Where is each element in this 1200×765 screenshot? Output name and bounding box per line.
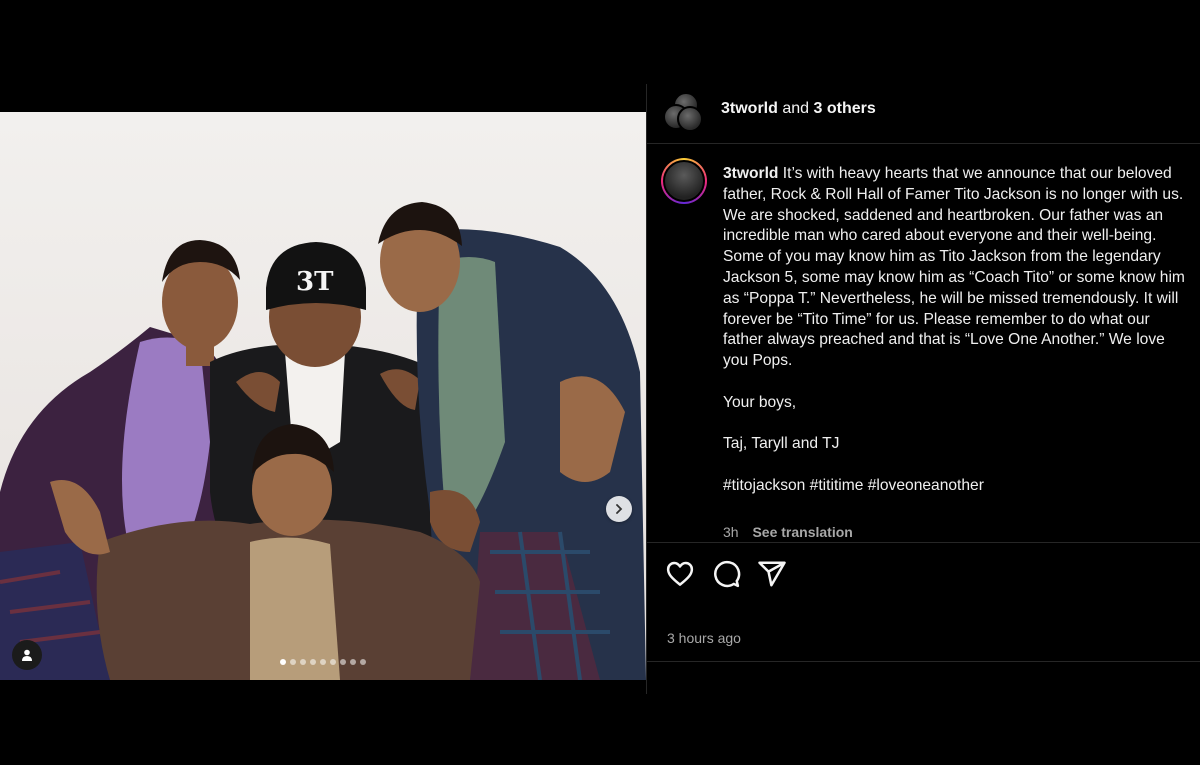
- see-translation-button[interactable]: See translation: [752, 524, 852, 540]
- caption-avatar[interactable]: [661, 158, 707, 204]
- post-header-title: 3tworld and 3 others: [721, 100, 876, 118]
- caption-names: Taj, Taryll and TJ: [723, 435, 840, 453]
- share-icon[interactable]: [757, 559, 787, 589]
- avatar: [663, 160, 705, 202]
- carousel-dot: [280, 659, 286, 665]
- svg-text:3T: 3T: [296, 267, 334, 297]
- post-photo: 3T: [0, 202, 646, 680]
- post-media[interactable]: 3T: [0, 112, 646, 680]
- carousel-dot: [320, 659, 326, 665]
- caption-age: 3h: [723, 524, 739, 540]
- carousel-dot: [290, 659, 296, 665]
- collab-avatar-stack[interactable]: [663, 92, 703, 132]
- caption-text: 3tworld It’s with heavy hearts that we a…: [723, 164, 1185, 497]
- caption-username-link[interactable]: 3tworld: [723, 165, 778, 182]
- header-connector: and: [782, 100, 810, 117]
- comment-icon[interactable]: [711, 559, 741, 589]
- post-header: 3tworld and 3 others: [647, 84, 1200, 144]
- carousel-dot: [340, 659, 346, 665]
- caption-signoff: Your boys,: [723, 393, 797, 411]
- carousel-dot: [350, 659, 356, 665]
- instagram-post-view: 3T 3tworld and 3 others 3tworld It’s wit…: [0, 0, 1200, 765]
- header-others-link[interactable]: 3 others: [814, 100, 876, 117]
- divider: [647, 661, 1200, 662]
- caption-body: It’s with heavy hearts that we announce …: [723, 165, 1185, 370]
- carousel-indicator: [0, 659, 646, 669]
- action-bar: [647, 542, 1200, 606]
- chevron-right-icon: [616, 504, 623, 514]
- carousel-next-button[interactable]: [606, 496, 632, 522]
- carousel-dot: [330, 659, 336, 665]
- caption-meta: 3h See translation: [723, 524, 853, 540]
- carousel-dot: [360, 659, 366, 665]
- carousel-dot: [300, 659, 306, 665]
- caption-section: 3tworld It’s with heavy hearts that we a…: [647, 144, 1200, 542]
- post-timestamp: 3 hours ago: [667, 630, 741, 646]
- header-username-link[interactable]: 3tworld: [721, 100, 778, 117]
- heart-icon[interactable]: [665, 559, 695, 589]
- post-side-panel: 3tworld and 3 others 3tworld It’s with h…: [646, 84, 1200, 694]
- avatar: [677, 106, 703, 132]
- carousel-dot: [310, 659, 316, 665]
- caption-hashtags[interactable]: #titojackson #tititime #loveoneanother: [723, 476, 1185, 497]
